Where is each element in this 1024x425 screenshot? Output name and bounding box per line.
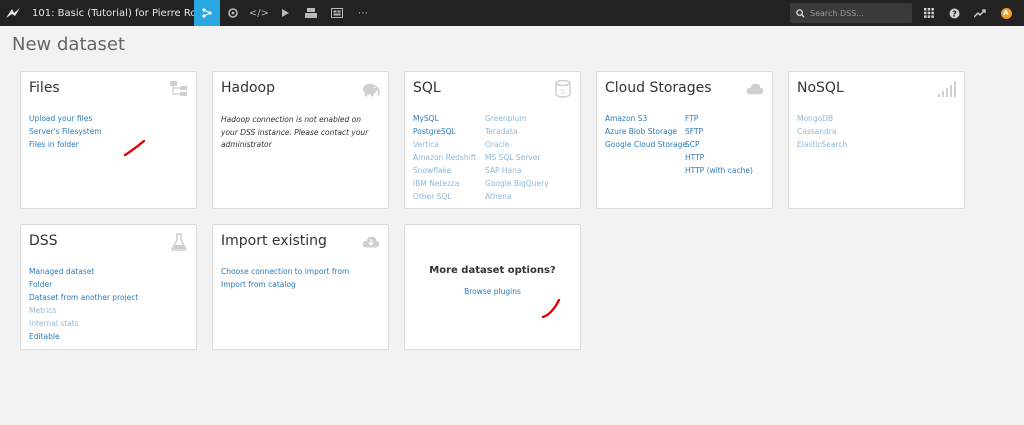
- card-title: DSS: [29, 233, 58, 249]
- oracle-link[interactable]: Oracle: [485, 140, 549, 150]
- sap-hana-link[interactable]: SAP Hana: [485, 166, 549, 176]
- elasticsearch-link[interactable]: ElasticSearch: [797, 140, 847, 150]
- recipes-icon[interactable]: [220, 0, 246, 26]
- import-from-catalog-link[interactable]: Import from catalog: [221, 280, 349, 290]
- svg-text:?: ?: [952, 9, 957, 18]
- activity-icon[interactable]: [967, 0, 993, 26]
- vertica-link[interactable]: Vertica: [413, 140, 476, 150]
- user-avatar[interactable]: A: [993, 0, 1019, 26]
- dataset-from-another-project-link[interactable]: Dataset from another project: [29, 293, 138, 303]
- folder-tree-icon: [170, 80, 188, 98]
- red-annotation-mark: [541, 298, 561, 319]
- upload-files-link[interactable]: Upload your files: [29, 114, 102, 124]
- search-input[interactable]: [810, 8, 906, 18]
- dss-card: DSS Managed dataset Folder Dataset from …: [20, 224, 197, 350]
- mongodb-link[interactable]: MongoDB: [797, 114, 847, 124]
- bird-logo-icon[interactable]: [0, 0, 26, 26]
- greenplum-link[interactable]: Greenplum: [485, 114, 549, 124]
- search-icon: [796, 8, 805, 18]
- ibm-netezza-link[interactable]: IBM Netezza: [413, 179, 476, 189]
- flask-icon: [170, 233, 188, 251]
- azure-blob-storage-link[interactable]: Azure Blob Storage: [605, 127, 687, 137]
- files-card: Files Upload your files Server's Filesys…: [20, 71, 197, 209]
- more-options-title: More dataset options?: [429, 265, 556, 276]
- card-title: NoSQL: [797, 80, 844, 96]
- postgresql-link[interactable]: PostgreSQL: [413, 127, 476, 137]
- metrics-link[interactable]: Metrics: [29, 306, 138, 316]
- card-title: SQL: [413, 80, 441, 96]
- files-in-folder-link[interactable]: Files in folder: [29, 140, 102, 150]
- http-link[interactable]: HTTP: [685, 153, 753, 163]
- database-icon: S: [554, 80, 572, 98]
- dashboards-icon[interactable]: [298, 0, 324, 26]
- ms-sql-server-link[interactable]: MS SQL Server: [485, 153, 549, 163]
- snowflake-link[interactable]: Snowflake: [413, 166, 476, 176]
- signal-bars-icon: [938, 80, 956, 98]
- cloud-download-icon: [362, 233, 380, 251]
- card-title: Files: [29, 80, 60, 96]
- more-options-card: More dataset options? Browse plugins: [404, 224, 581, 350]
- athena-link[interactable]: Athena: [485, 192, 549, 202]
- card-title: Cloud Storages: [605, 80, 712, 96]
- amazon-s3-link[interactable]: Amazon S3: [605, 114, 687, 124]
- server-filesystem-link[interactable]: Server's Filesystem: [29, 127, 102, 137]
- cloud-icon: [746, 80, 764, 98]
- help-icon[interactable]: ?: [941, 0, 967, 26]
- other-sql-link[interactable]: Other SQL: [413, 192, 476, 202]
- avatar: A: [1000, 7, 1012, 19]
- apps-grid-icon[interactable]: [916, 0, 942, 26]
- card-title: Hadoop: [221, 80, 276, 96]
- browse-plugins-link[interactable]: Browse plugins: [405, 287, 580, 296]
- top-navigation-bar: 101: Basic (Tutorial) for Pierre Ro... <…: [0, 0, 1024, 26]
- project-title[interactable]: 101: Basic (Tutorial) for Pierre Ro...: [26, 8, 194, 19]
- google-cloud-storage-link[interactable]: Google Cloud Storage: [605, 140, 687, 150]
- cloud-storages-card: Cloud Storages Amazon S3 Azure Blob Stor…: [596, 71, 773, 209]
- teradata-link[interactable]: Teradata: [485, 127, 549, 137]
- google-bigquery-link[interactable]: Google BigQuery: [485, 179, 549, 189]
- elephant-icon: [362, 80, 380, 98]
- more-icon[interactable]: ⋯: [350, 0, 376, 26]
- code-icon[interactable]: </>: [246, 0, 272, 26]
- search-box[interactable]: [790, 3, 912, 23]
- ftp-link[interactable]: FTP: [685, 114, 753, 124]
- managed-dataset-link[interactable]: Managed dataset: [29, 267, 138, 277]
- scp-link[interactable]: SCP: [685, 140, 753, 150]
- hadoop-disabled-note: Hadoop connection is not enabled on your…: [221, 115, 369, 149]
- amazon-redshift-link[interactable]: Amazon Redshift: [413, 153, 476, 163]
- run-icon[interactable]: [272, 0, 298, 26]
- mysql-link[interactable]: MySQL: [413, 114, 476, 124]
- flow-icon[interactable]: [194, 0, 220, 26]
- editable-link[interactable]: Editable: [29, 332, 138, 342]
- red-annotation-mark: [123, 139, 146, 157]
- nosql-card: NoSQL MongoDB Cassandra ElasticSearch: [788, 71, 965, 209]
- internal-stats-link[interactable]: Internal stats: [29, 319, 138, 329]
- http-with-cache-link[interactable]: HTTP (with cache): [685, 166, 753, 176]
- card-title: Import existing: [221, 233, 327, 249]
- cassandra-link[interactable]: Cassandra: [797, 127, 847, 137]
- page-title: New dataset: [12, 34, 126, 55]
- svg-text:S: S: [561, 88, 566, 96]
- sql-card: SQL S MySQL PostgreSQL Vertica Amazon Re…: [404, 71, 581, 209]
- folder-link[interactable]: Folder: [29, 280, 138, 290]
- choose-connection-link[interactable]: Choose connection to import from: [221, 267, 349, 277]
- datasets-icon[interactable]: [324, 0, 350, 26]
- hadoop-card: Hadoop Hadoop connection is not enabled …: [212, 71, 389, 209]
- sftp-link[interactable]: SFTP: [685, 127, 753, 137]
- import-existing-card: Import existing Choose connection to imp…: [212, 224, 389, 350]
